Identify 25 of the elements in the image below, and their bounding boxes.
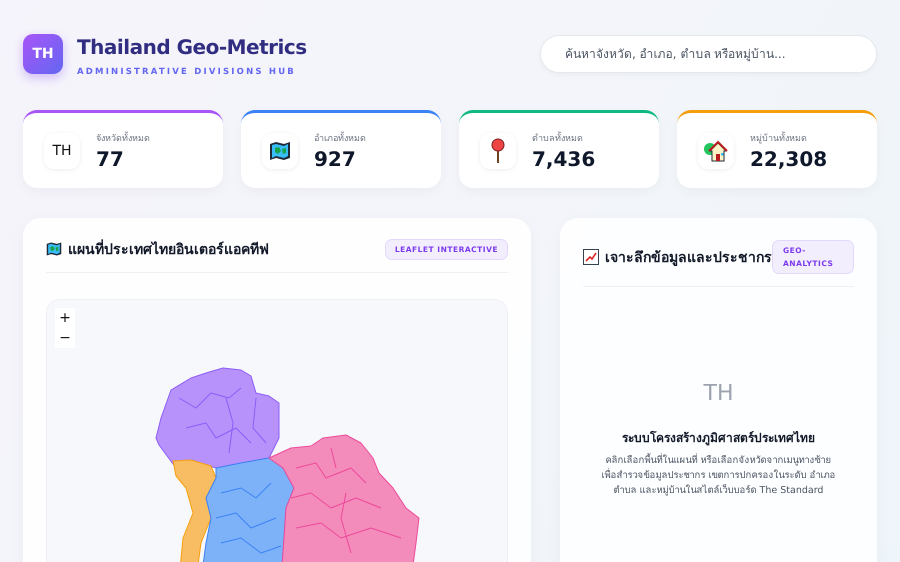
panel-title: เจาะลึกข้อมูลและประชากร xyxy=(605,249,772,268)
map-icon xyxy=(46,241,62,257)
house-icon xyxy=(704,140,728,162)
panel-title: แผนที่ประเทศไทยอินเตอร์แอคทีฟ xyxy=(68,238,269,260)
th-icon: TH xyxy=(52,142,72,158)
stat-value: 7,436 xyxy=(532,146,596,170)
stat-value: 77 xyxy=(96,146,125,170)
stat-label: ตำบลทั้งหมด xyxy=(532,130,584,144)
empty-state-heading: ระบบโครงสร้างภูมิศาสตร์ประเทศไทย xyxy=(622,430,815,447)
chart-icon xyxy=(583,249,599,265)
stat-label: อำเภอทั้งหมด xyxy=(314,130,366,144)
stat-label: หมู่บ้านทั้งหมด xyxy=(750,130,808,144)
map-icon xyxy=(269,140,291,162)
logo: TH xyxy=(23,34,63,74)
stat-value: 927 xyxy=(314,146,357,170)
search-field[interactable]: ค้นหาจังหวัด, อำเภอ, ตำบล หรือหมู่บ้าน... xyxy=(540,35,877,73)
th-icon: TH xyxy=(704,381,734,406)
stat-label: จังหวัดทั้งหมด xyxy=(96,130,150,144)
empty-state-text: คลิกเลือกพื้นที่ในแผนที่ หรือเลือกจังหวัดจากเมนูทางซ้าย เพื่อสำรวจข้อมูลประชากร เขตการปกครองในระดับ อำเภอ ตำบล และหมู่บ้านในสไตล์เว็บบอร์ด The Standard xyxy=(600,453,837,498)
thailand-map-drawing[interactable] xyxy=(156,368,420,562)
app-title: Thailand Geo-Metrics xyxy=(77,35,307,59)
stat-value: 22,308 xyxy=(750,146,828,170)
app-subtitle: ADMINISTRATIVE DIVISIONS HUB xyxy=(77,67,297,77)
pin-icon xyxy=(491,138,505,164)
map-area[interactable]: + − xyxy=(46,299,508,562)
